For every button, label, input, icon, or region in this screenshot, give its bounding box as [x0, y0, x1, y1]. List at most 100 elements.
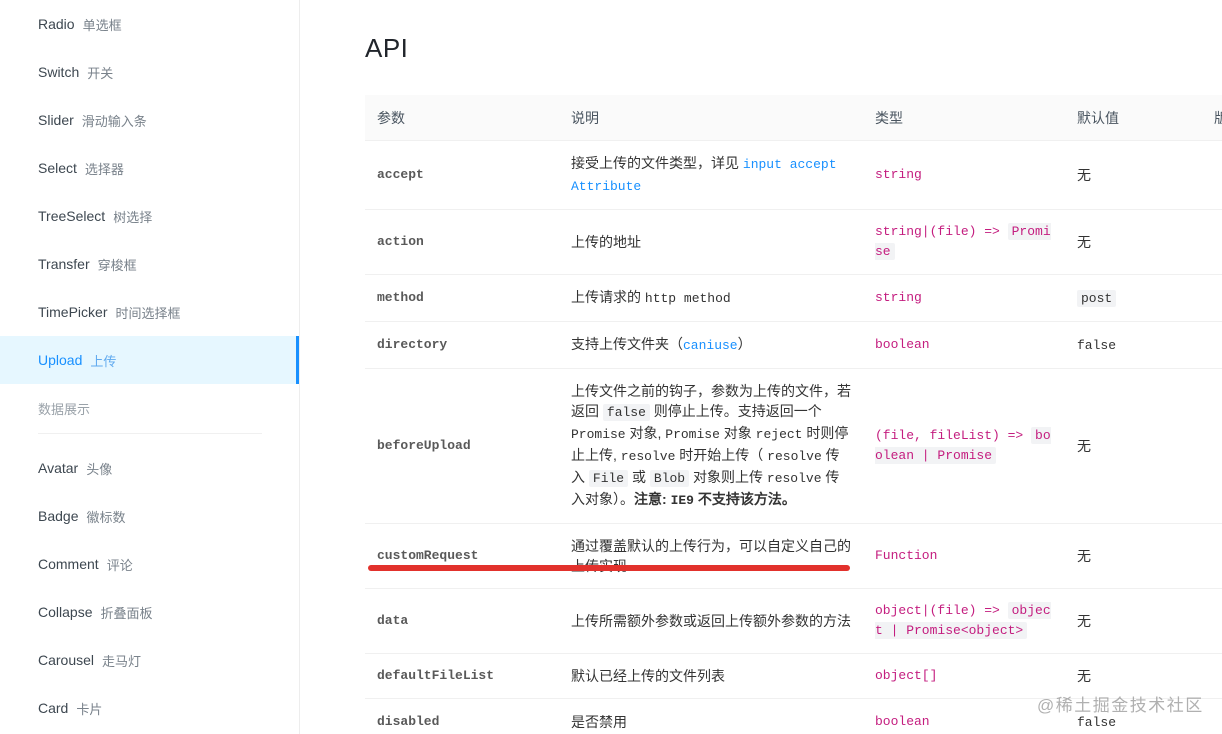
description-cell: 上传所需额外参数或返回上传额外参数的方法	[559, 588, 863, 654]
text-segment: IE9	[670, 493, 694, 508]
sidebar-item-avatar[interactable]: Avatar 头像	[0, 444, 299, 492]
sidebar-item-treeselect[interactable]: TreeSelect 树选择	[0, 192, 299, 240]
table-row-method: method 上传请求的 http method string post	[365, 274, 1222, 322]
sidebar-item-sublabel: 上传	[90, 353, 117, 369]
code-chip: post	[1077, 290, 1117, 307]
param-cell: beforeUpload	[365, 368, 559, 524]
table-row-customRequest: customRequest 通过覆盖默认的上传行为，可以自定义自己的上传实现 Fun…	[365, 523, 1222, 589]
sidebar-item-radio[interactable]: Radio 单选框	[0, 0, 299, 48]
text-segment: 或	[628, 469, 650, 485]
type-cell: boolean	[863, 321, 1065, 369]
sidebar-item-label: Select	[38, 160, 77, 176]
table-header-row: 参数说明类型默认值版本	[365, 95, 1222, 141]
text-segment: boolean	[875, 337, 930, 352]
text-segment: boolean	[875, 714, 930, 729]
type-cell: (file, fileList) => boolean | Promise	[863, 368, 1065, 524]
text-segment: 对象	[719, 425, 756, 441]
type-cell: string	[863, 140, 1065, 210]
sidebar-item-collapse[interactable]: Collapse 折叠面板	[0, 588, 299, 636]
column-header-4: 版本	[1202, 95, 1222, 141]
main-content: API 参数说明类型默认值版本 accept接受上传的文件类型，详见 input…	[300, 0, 1222, 734]
version-cell	[1202, 209, 1222, 275]
type-cell: boolean	[863, 698, 1065, 734]
sidebar-item-label: TimePicker	[38, 304, 108, 320]
text-segment: 对象则上传	[689, 469, 767, 485]
doc-link[interactable]: caniuse	[683, 338, 738, 353]
sidebar-item-sublabel: 选择器	[84, 161, 124, 177]
sidebar-item-label: Card	[38, 700, 69, 716]
type-cell: Function	[863, 523, 1065, 589]
code-chip: File	[588, 470, 629, 487]
text-segment: ）	[737, 336, 752, 352]
default-value-cell: 无	[1065, 368, 1202, 524]
sidebar-item-sublabel: 树选择	[113, 209, 153, 225]
text-segment: 无	[1077, 167, 1091, 183]
sidebar-item-card[interactable]: Card 卡片	[0, 684, 299, 732]
column-header-0: 参数	[365, 95, 559, 141]
sidebar-item-label: Upload	[38, 352, 83, 368]
text-segment: false	[1077, 715, 1117, 730]
sidebar: Radio 单选框 Switch 开关 Slider 滑动输入条 Select 选择器 Tree…	[0, 0, 300, 734]
default-value-cell: 无	[1065, 653, 1202, 699]
type-cell: object|(file) => object | Promise<object…	[863, 588, 1065, 654]
description-cell: 接受上传的文件类型，详见 input accept Attribute	[559, 140, 863, 210]
sidebar-item-sublabel: 单选框	[82, 17, 122, 33]
text-segment: resolve	[620, 449, 676, 464]
sidebar-item-upload[interactable]: Upload 上传	[0, 336, 299, 384]
text-segment: resolve	[766, 471, 822, 486]
sidebar-item-slider[interactable]: Slider 滑动输入条	[0, 96, 299, 144]
description-cell: 支持上传文件夹（caniuse）	[559, 321, 863, 369]
text-segment: 默认已经上传的文件列表	[571, 668, 725, 684]
type-cell: object[]	[863, 653, 1065, 699]
sidebar-item-sublabel: 走马灯	[102, 653, 142, 669]
table-row-directory: directory 支持上传文件夹（caniuse） boolean false	[365, 321, 1222, 369]
text-segment: false	[1077, 338, 1117, 353]
sidebar-group-title: 数据展示	[38, 402, 91, 417]
sidebar-divider	[38, 433, 262, 434]
sidebar-menu-group: Avatar 头像 Badge 徽标数 Comment 评论 Collapse 折叠面板 Car…	[0, 444, 299, 732]
sidebar-item-label: Switch	[38, 64, 80, 80]
default-value-cell: 无	[1065, 588, 1202, 654]
text-segment: (file, fileList) =>	[875, 428, 1032, 443]
sidebar-item-transfer[interactable]: Transfer 穿梭框	[0, 240, 299, 288]
sidebar-item-switch[interactable]: Switch 开关	[0, 48, 299, 96]
column-header-3: 默认值	[1065, 95, 1202, 141]
param-cell: defaultFileList	[365, 653, 559, 699]
sidebar-item-comment[interactable]: Comment 评论	[0, 540, 299, 588]
description-cell: 是否禁用	[559, 698, 863, 734]
version-cell	[1202, 321, 1222, 369]
sidebar-item-badge[interactable]: Badge 徽标数	[0, 492, 299, 540]
default-value-cell: 无	[1065, 209, 1202, 275]
text-segment: 上传所需额外参数或返回上传额外参数的方法	[571, 613, 851, 629]
version-cell	[1202, 653, 1222, 699]
sidebar-item-label: Slider	[38, 112, 74, 128]
page-title: API	[365, 33, 409, 63]
sidebar-item-label: Avatar	[38, 460, 79, 476]
text-segment: 对象,	[625, 425, 666, 441]
api-table-wrapper: 参数说明类型默认值版本 accept接受上传的文件类型，详见 input acc…	[365, 95, 1222, 734]
text-segment: 无	[1077, 613, 1091, 629]
text-segment: Promise	[571, 427, 626, 442]
param-cell: accept	[365, 140, 559, 210]
description-cell: 上传请求的 http method	[559, 274, 863, 322]
sidebar-item-select[interactable]: Select 选择器	[0, 144, 299, 192]
sidebar-item-timepicker[interactable]: TimePicker 时间选择框	[0, 288, 299, 336]
column-header-1: 说明	[559, 95, 863, 141]
column-header-2: 类型	[863, 95, 1065, 141]
text-segment: resolve	[767, 449, 822, 464]
param-cell: action	[365, 209, 559, 275]
description-cell: 上传文件之前的钩子，参数为上传的文件，若返回 false 则停止上传。支持返回一…	[559, 368, 863, 524]
default-value-cell: false	[1065, 698, 1202, 734]
text-segment: string	[875, 290, 922, 305]
sidebar-item-sublabel: 滑动输入条	[81, 113, 147, 129]
code-chip: false	[602, 404, 650, 421]
version-cell	[1202, 140, 1222, 210]
sidebar-item-sublabel: 时间选择框	[115, 305, 181, 321]
sidebar-item-carousel[interactable]: Carousel 走马灯	[0, 636, 299, 684]
sidebar-item-label: Radio	[38, 16, 75, 32]
selected-indicator-bar	[296, 336, 299, 384]
sidebar-item-label: Comment	[38, 556, 99, 572]
param-cell: directory	[365, 321, 559, 369]
sidebar-item-sublabel: 折叠面板	[100, 605, 153, 621]
sidebar-item-label: Collapse	[38, 604, 93, 620]
